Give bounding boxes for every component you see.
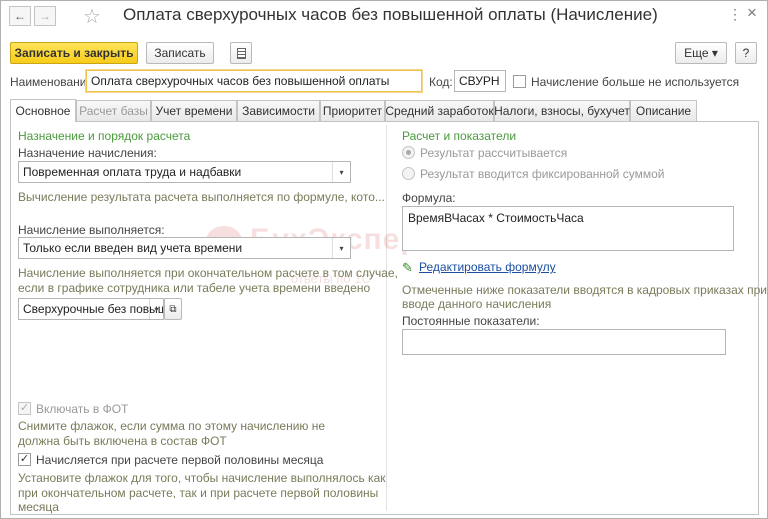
first-half-checkbox[interactable]: ✓ (18, 453, 31, 466)
open-time-type-button[interactable]: ⧉ (164, 298, 182, 320)
performed-hint-line1: Начисление выполняется при окончательном… (18, 266, 398, 280)
column-divider (386, 125, 387, 511)
ellipsis-vertical-icon[interactable]: ⋮ (728, 6, 742, 23)
radio-result-calculated-label: Результат рассчитывается (420, 146, 568, 160)
calculation-section-title: Расчет и показатели (402, 129, 517, 143)
tab-base-calculation[interactable]: Расчет базы (76, 100, 151, 121)
formula-hint: Вычисление результата расчета выполняетс… (18, 190, 385, 204)
constant-indicators-label: Постоянные показатели: (402, 314, 540, 328)
include-fot-checkbox[interactable]: ✓ (18, 402, 31, 415)
name-input[interactable]: Оплата сверхурочных часов без повышенной… (86, 70, 422, 92)
document-window: ← → ☆ Оплата сверхурочных часов без повы… (0, 0, 768, 519)
arrow-left-icon: ← (14, 9, 26, 23)
close-icon[interactable]: × (747, 3, 757, 23)
first-half-hint-line1: Установите флажок для того, чтобы начисл… (18, 471, 386, 485)
code-label: Код: (429, 75, 453, 89)
performed-hint-line2: если в графике сотрудника или табеле уче… (18, 281, 371, 295)
forward-button[interactable]: → (34, 6, 56, 26)
formula-field[interactable]: ВремяВЧасах * СтоимостьЧаса (402, 206, 734, 251)
tab-main[interactable]: Основное (10, 99, 76, 122)
tab-average-earnings[interactable]: Средний заработок (385, 100, 494, 121)
performed-select-value: Только если введен вид учета времени (23, 241, 243, 255)
include-fot-label: Включать в ФОТ (36, 402, 129, 416)
chevron-down-icon[interactable]: ▾ (332, 238, 350, 258)
first-half-label: Начисляется при расчете первой половины … (36, 453, 324, 467)
indicators-hint-line1: Отмеченные ниже показатели вводятся в ка… (402, 283, 767, 297)
arrow-right-icon: → (39, 9, 51, 23)
back-button[interactable]: ← (9, 6, 31, 26)
unused-label: Начисление больше не используется (531, 75, 740, 89)
chevron-down-icon[interactable]: ▾ (149, 299, 163, 319)
fot-hint-line1: Снимите флажок, если сумма по этому начи… (18, 419, 326, 433)
star-icon[interactable]: ☆ (83, 4, 101, 29)
radio-result-calculated[interactable] (402, 146, 415, 159)
performed-label: Начисление выполняется: (18, 223, 165, 237)
save-and-close-button[interactable]: Записать и закрыть (10, 42, 138, 64)
edit-formula-link[interactable]: Редактировать формулу (419, 260, 556, 274)
tab-description[interactable]: Описание (630, 100, 697, 121)
first-half-hint-line3: месяца (18, 500, 59, 514)
radio-result-fixed[interactable] (402, 167, 415, 180)
tab-dependencies[interactable]: Зависимости (237, 100, 320, 121)
indicators-hint-line2: вводе данного начисления (402, 297, 552, 311)
performed-select[interactable]: Только если введен вид учета времени ▾ (18, 237, 351, 259)
help-button[interactable]: ? (735, 42, 757, 64)
formula-label: Формула: (402, 191, 456, 205)
more-button[interactable]: Еще ▾ (675, 42, 727, 64)
pencil-icon: ✎ (402, 260, 413, 275)
save-button[interactable]: Записать (146, 42, 214, 64)
purpose-section-title: Назначение и порядок расчета (18, 129, 191, 143)
tab-taxes[interactable]: Налоги, взносы, бухучет (494, 100, 630, 121)
tab-priority[interactable]: Приоритет (320, 100, 385, 121)
document-journal-button[interactable] (230, 42, 252, 64)
purpose-label: Назначение начисления: (18, 146, 157, 160)
name-label: Наименование: (10, 75, 97, 89)
first-half-hint-line2: при окончательном расчете, так и при рас… (18, 486, 379, 500)
tab-time-tracking[interactable]: Учет времени (151, 100, 237, 121)
purpose-select-value: Повременная оплата труда и надбавки (23, 165, 242, 179)
time-type-select[interactable]: Сверхурочные без повыш ▾ (18, 298, 164, 320)
open-link-icon: ⧉ (169, 303, 177, 315)
constant-indicators-field[interactable] (402, 329, 726, 355)
code-input[interactable]: СВУРН (454, 70, 506, 92)
radio-result-fixed-label: Результат вводится фиксированной суммой (420, 167, 665, 181)
unused-checkbox[interactable] (513, 75, 526, 88)
document-list-icon (236, 47, 246, 59)
fot-hint-line2: должна быть включена в состав ФОТ (18, 434, 227, 448)
time-type-select-value: Сверхурочные без повыш (23, 302, 164, 316)
purpose-select[interactable]: Повременная оплата труда и надбавки ▾ (18, 161, 351, 183)
window-title: Оплата сверхурочных часов без повышенной… (123, 5, 658, 24)
chevron-down-icon[interactable]: ▾ (332, 162, 350, 182)
